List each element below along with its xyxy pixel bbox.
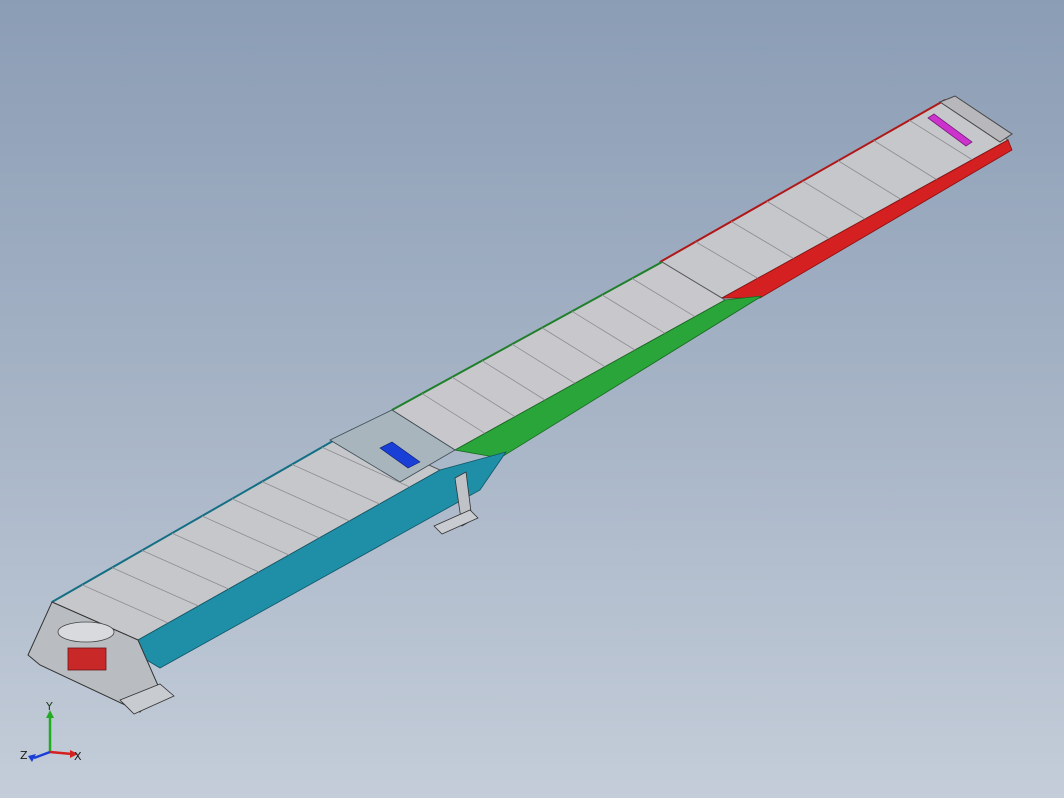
triad-x-label: X xyxy=(74,750,82,763)
cad-graphics-viewport[interactable]: Y X Z xyxy=(0,0,1064,798)
drive-motor xyxy=(67,647,107,671)
stand-foot xyxy=(433,509,479,535)
middle-section[interactable] xyxy=(391,261,763,459)
telescopic-conveyor-model[interactable] xyxy=(0,0,1064,798)
base-section[interactable] xyxy=(50,409,507,669)
reference-triad: Y X Z xyxy=(18,700,88,772)
triad-z-label: Z xyxy=(20,749,28,762)
drive-roller xyxy=(57,621,115,643)
extension-section[interactable] xyxy=(658,95,1013,299)
axis-triad-icon: Y X Z xyxy=(20,700,82,763)
triad-y-label: Y xyxy=(45,700,53,713)
